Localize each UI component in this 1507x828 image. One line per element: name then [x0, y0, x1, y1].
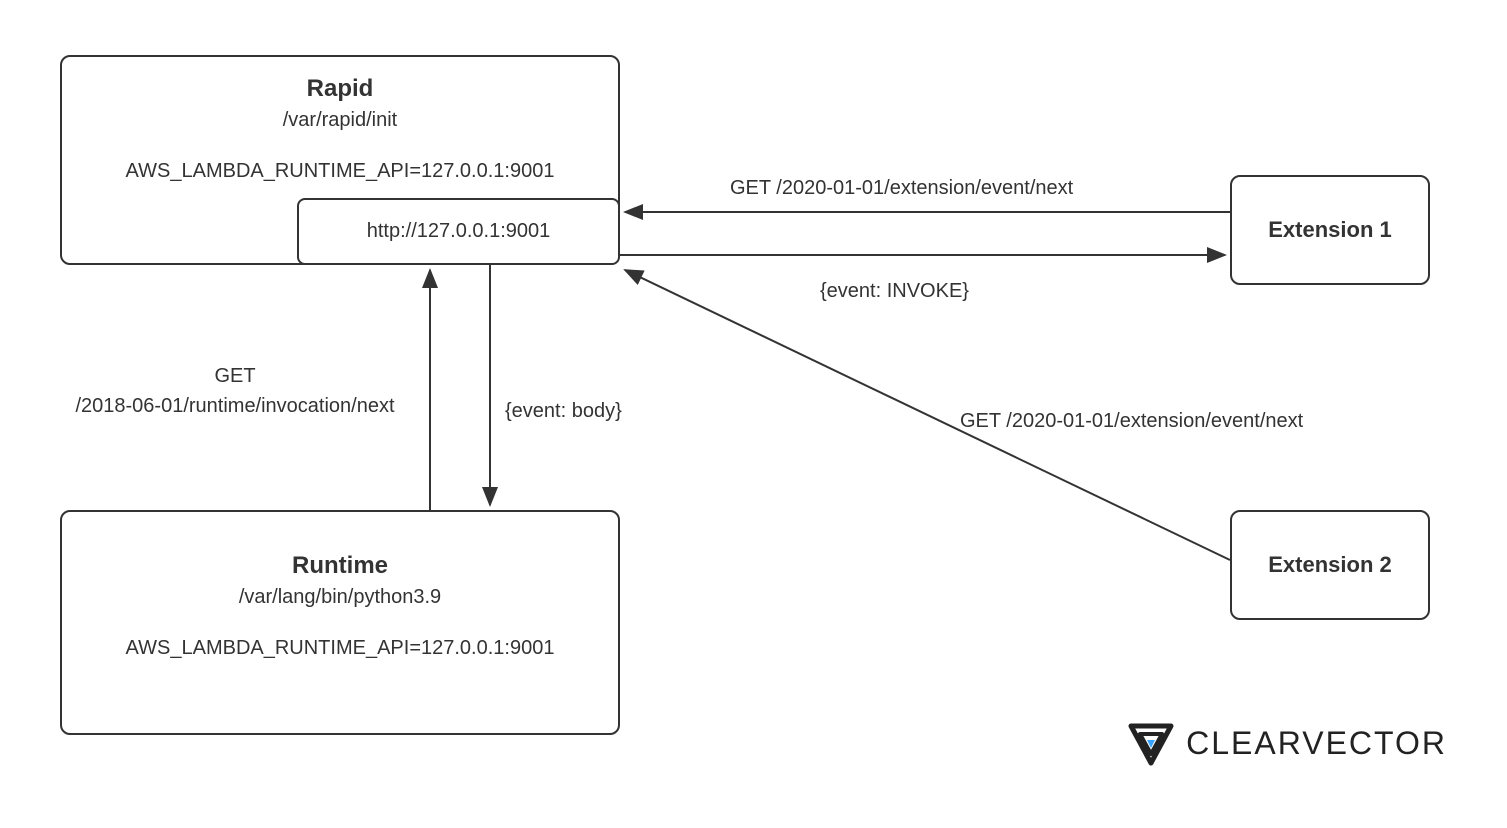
ext1-to-rapid-get: GET /2020-01-01/extension/event/next	[730, 177, 1073, 200]
clearvector-logo-text: CLEARVECTOR	[1186, 725, 1447, 762]
runtime-to-rapid-get-line2: /2018-06-01/runtime/invocation/next	[60, 395, 410, 418]
rapid-to-runtime-event-body: {event: body}	[505, 400, 622, 423]
extension-2-label: Extension 2	[1268, 552, 1391, 578]
ext2-to-rapid-get: GET /2020-01-01/extension/event/next	[960, 410, 1303, 433]
runtime-box: Runtime /var/lang/bin/python3.9 AWS_LAMB…	[60, 510, 620, 735]
extension-1-box: Extension 1	[1230, 175, 1430, 285]
clearvector-logo: CLEARVECTOR	[1126, 718, 1447, 768]
runtime-path: /var/lang/bin/python3.9	[62, 586, 618, 609]
extension-1-label: Extension 1	[1268, 217, 1391, 243]
rapid-path: /var/rapid/init	[62, 109, 618, 132]
rapid-title: Rapid	[62, 75, 618, 103]
runtime-title: Runtime	[62, 552, 618, 580]
clearvector-logo-icon	[1126, 718, 1176, 768]
rapid-env: AWS_LAMBDA_RUNTIME_API=127.0.0.1:9001	[62, 160, 618, 183]
runtime-to-rapid-get-line1: GET	[60, 365, 410, 388]
runtime-env: AWS_LAMBDA_RUNTIME_API=127.0.0.1:9001	[62, 637, 618, 660]
rapid-to-ext1-invoke: {event: INVOKE}	[820, 280, 969, 303]
rapid-http-endpoint-label: http://127.0.0.1:9001	[367, 220, 551, 243]
extension-2-box: Extension 2	[1230, 510, 1430, 620]
rapid-http-endpoint: http://127.0.0.1:9001	[297, 198, 620, 265]
